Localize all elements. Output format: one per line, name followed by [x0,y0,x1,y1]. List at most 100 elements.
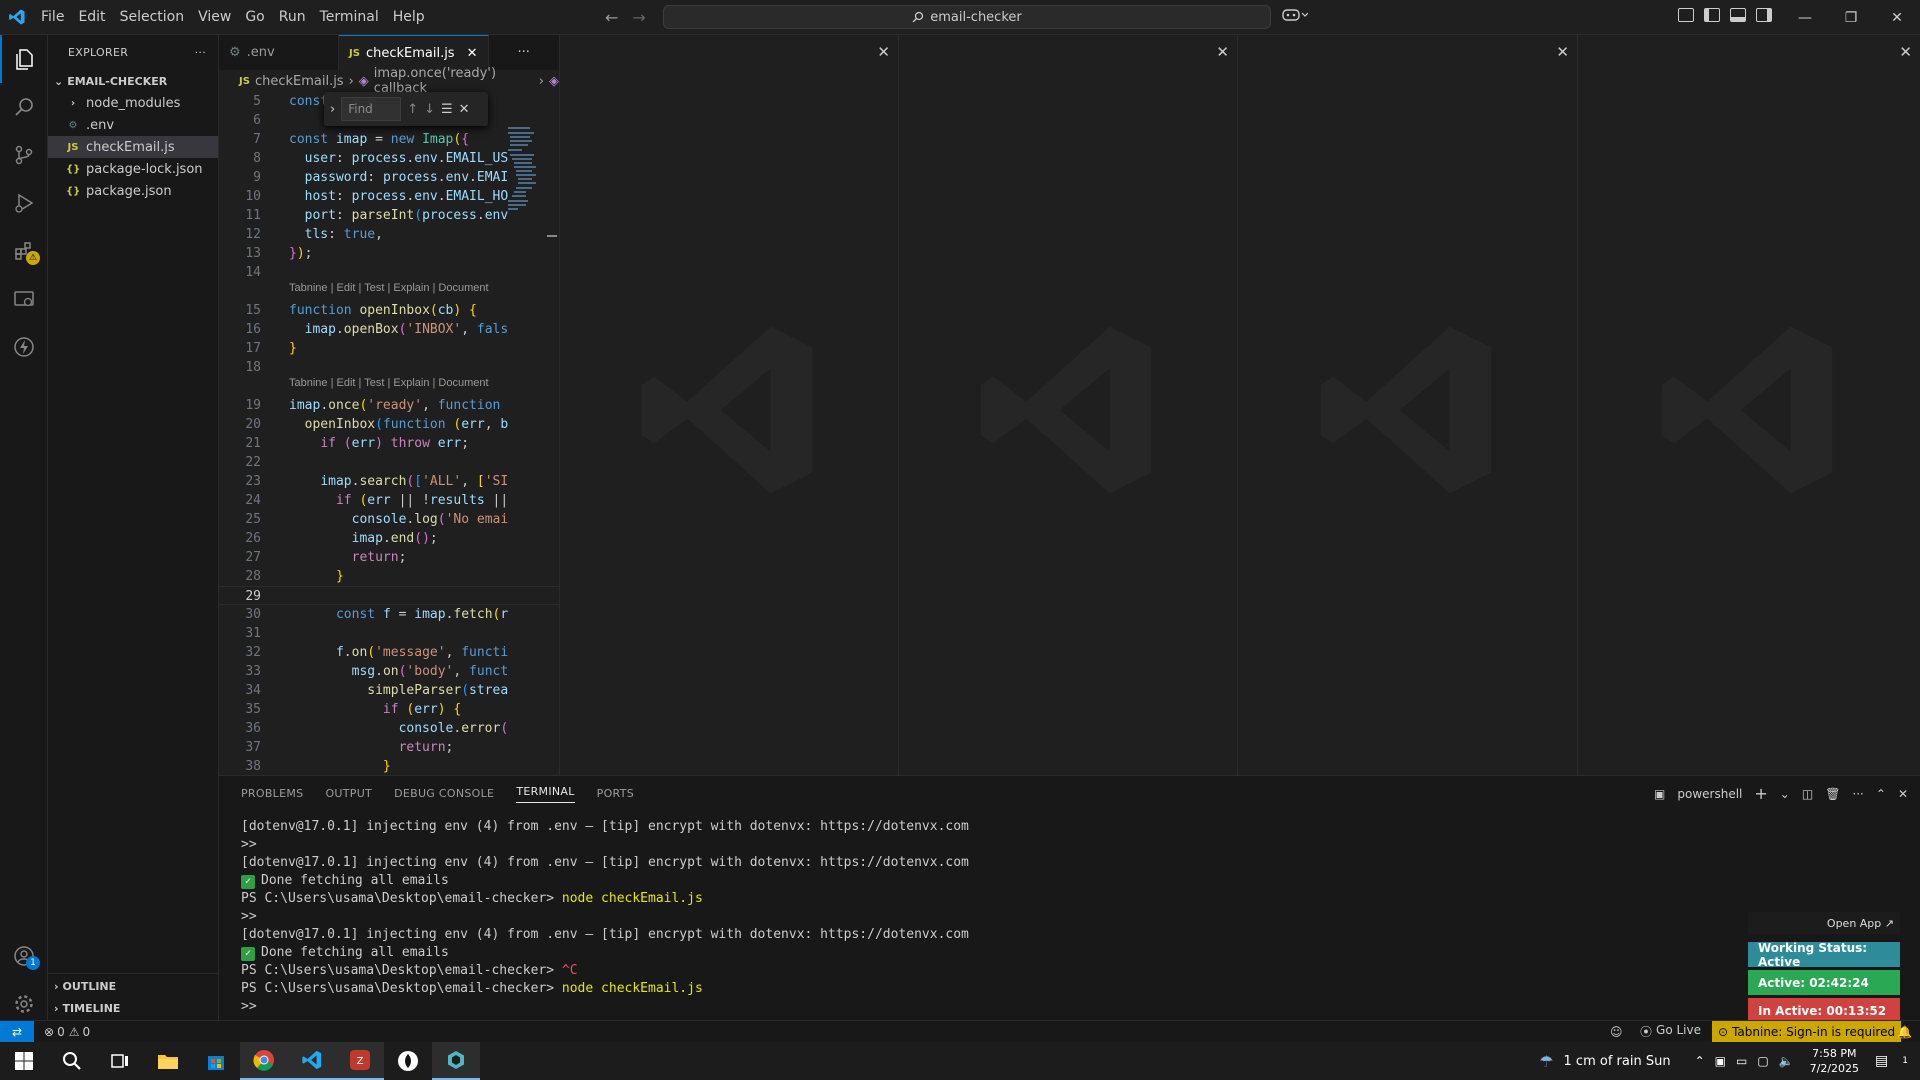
microsoft-store-icon[interactable] [192,1042,240,1080]
timeline-section[interactable]: › TIMELINE [48,997,219,1019]
open-app-link[interactable]: Open App ↗ [1748,912,1900,934]
menu-terminal[interactable]: Terminal [313,9,386,25]
more-actions-icon[interactable]: ··· [489,35,560,70]
tab-output[interactable]: OUTPUT [325,787,372,800]
toggle-secondary-sidebar-icon[interactable] [1756,8,1772,22]
close-icon[interactable]: ✕ [1874,0,1920,35]
lightning-icon[interactable] [0,323,48,371]
search-icon[interactable] [48,1042,96,1080]
tree-item-env[interactable]: ⚙ .env [48,114,218,136]
tabnine-status[interactable]: ⊙ Tabnine: Sign-in is required [1712,1020,1902,1043]
volume-icon[interactable]: 🔈 [1779,1054,1794,1068]
tab-problems[interactable]: PROBLEMS [241,787,303,800]
tabnine-codelens[interactable]: Tabnine | Edit | Test | Explain | Docume… [289,377,489,389]
line-number: 22 [245,455,261,470]
close-find-icon[interactable]: ✕ [459,102,470,117]
menu-run[interactable]: Run [272,9,313,25]
remote-explorer-icon[interactable] [0,275,48,323]
restore-icon[interactable]: ❐ [1828,0,1874,35]
toggle-panel-icon[interactable] [1730,8,1746,22]
tab-ports[interactable]: PORTS [597,787,634,800]
remote-indicator-icon[interactable]: ⇄ [0,1020,34,1043]
zoom-app-icon[interactable]: Z [336,1042,384,1080]
check-icon: ✓ [241,875,255,889]
tree-item-package-lock[interactable]: {} package-lock.json [48,158,218,180]
split-terminal-icon[interactable]: ◫ [1802,787,1813,801]
notifications-bell-icon[interactable]: 🔔 [1897,1025,1912,1039]
network-icon[interactable]: ▢ [1757,1054,1768,1068]
line-number: 38 [245,759,261,774]
menu-selection[interactable]: Selection [113,9,192,25]
menu-view[interactable]: View [191,9,238,25]
file-explorer-icon[interactable] [144,1042,192,1080]
run-debug-icon[interactable] [0,179,48,227]
command-center-search[interactable]: email-checker [663,5,1271,29]
vscode-taskbar-icon[interactable] [288,1042,336,1080]
menu-go[interactable]: Go [238,9,271,25]
breadcrumb-file[interactable]: checkEmail.js [255,74,344,89]
more-actions-icon[interactable]: ··· [1852,787,1863,801]
tree-item-package-json[interactable]: {} package.json [48,180,218,202]
new-terminal-icon[interactable]: + [1754,784,1767,803]
explorer-icon[interactable] [0,35,48,83]
tab-checkemail[interactable]: JS checkEmail.js ✕ [339,35,489,70]
terminal-output[interactable]: [dotenv@17.0.1] injecting env (4) from .… [241,818,969,1016]
copilot-icon[interactable] [1282,8,1309,26]
minimize-icon[interactable]: — [1782,0,1828,35]
tab-debug-console[interactable]: DEBUG CONSOLE [394,787,494,800]
toggle-replace-icon[interactable]: › [330,102,335,117]
accounts-icon[interactable]: 1 [0,932,48,980]
close-pane-icon[interactable]: ✕ [1899,43,1912,61]
search-icon[interactable] [0,83,48,131]
find-input[interactable]: Find [341,97,402,121]
task-view-icon[interactable] [96,1042,144,1080]
chevron-up-icon[interactable]: ⌃ [1695,1054,1705,1068]
more-actions-icon[interactable]: ··· [195,46,206,59]
windows-start-icon[interactable] [0,1042,48,1080]
warning-count[interactable]: 0 [82,1025,90,1039]
errors-icon[interactable]: ⊗ [44,1025,54,1039]
minimap[interactable] [506,127,536,627]
find-in-selection-icon[interactable]: ☰ [441,102,453,117]
folder-header[interactable]: ⌄ EMAIL-CHECKER [48,70,218,92]
tray-app-icon[interactable]: ▣ [1715,1054,1726,1068]
customize-layout-icon[interactable] [1678,8,1694,22]
extensions-icon[interactable]: ⚠ [0,227,48,275]
arrow-down-icon[interactable]: ↓ [424,102,435,117]
close-tab-icon[interactable]: ✕ [467,46,478,61]
trash-icon[interactable]: 🗑 [1825,787,1840,801]
warning-icon[interactable]: ⚠ [69,1025,80,1039]
go-live-button[interactable]: ⦿ Go Live [1640,1023,1701,1040]
source-control-icon[interactable] [0,131,48,179]
close-pane-icon[interactable]: ✕ [1556,43,1569,61]
shell-name[interactable]: powershell [1677,787,1742,801]
tree-item-node-modules[interactable]: › node_modules [48,92,218,114]
copilot-status-icon[interactable]: ☺ [1610,1025,1623,1039]
app-icon-black-circle[interactable] [384,1042,432,1080]
close-pane-icon[interactable]: ✕ [1216,43,1229,61]
line-number: 16 [245,322,261,337]
app-icon-teal[interactable] [432,1042,480,1080]
close-pane-icon[interactable]: ✕ [877,43,890,61]
close-panel-icon[interactable]: ✕ [1898,787,1908,801]
chevron-down-icon[interactable]: ⌄ [1780,787,1790,801]
forward-arrow-icon[interactable]: → [632,8,645,27]
tree-item-checkemail[interactable]: JS checkEmail.js [48,136,218,158]
tab-terminal[interactable]: TERMINAL [516,785,575,803]
notification-center-icon[interactable]: ▤ [1875,1053,1888,1069]
battery-icon[interactable]: ▭ [1736,1054,1747,1068]
error-count[interactable]: 0 [57,1025,65,1039]
toggle-sidebar-icon[interactable] [1704,8,1720,22]
chrome-icon[interactable] [240,1042,288,1080]
menu-edit[interactable]: Edit [71,9,112,25]
menu-help[interactable]: Help [386,9,432,25]
arrow-up-icon[interactable]: ↑ [407,102,418,117]
maximize-panel-icon[interactable]: ⌃ [1876,787,1886,801]
weather-text[interactable]: 1 cm of rain Sun [1564,1054,1671,1069]
tab-env[interactable]: ⚙ .env [219,35,339,70]
clock[interactable]: 7:58 PM 7/2/2025 [1810,1046,1859,1076]
menu-file[interactable]: File [34,9,71,25]
back-arrow-icon[interactable]: ← [605,8,618,27]
tabnine-codelens[interactable]: Tabnine | Edit | Test | Explain | Docume… [289,282,489,294]
outline-section[interactable]: › OUTLINE [48,975,219,997]
